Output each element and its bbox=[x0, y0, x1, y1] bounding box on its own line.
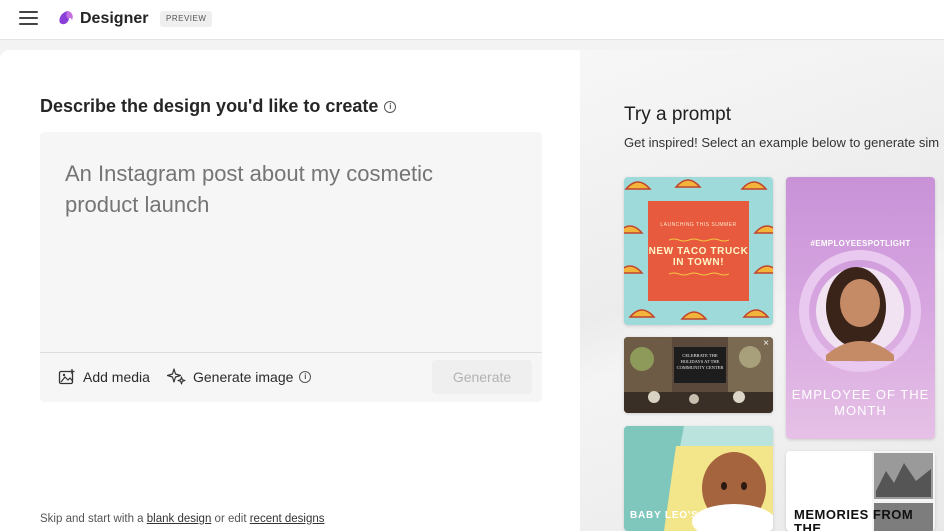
sparkle-icon bbox=[167, 368, 186, 385]
prompt-card-baby[interactable]: BABY LEO'S BIRTHDAY bbox=[624, 426, 773, 531]
try-prompt-title: Try a prompt bbox=[624, 104, 731, 125]
designer-logo-icon bbox=[59, 11, 73, 25]
taco-panel: LAUNCHING THIS SUMMER NEW TACO TRUCK IN … bbox=[648, 201, 749, 301]
prompt-card-taco[interactable]: LAUNCHING THIS SUMMER NEW TACO TRUCK IN … bbox=[624, 177, 773, 325]
info-icon[interactable]: i bbox=[384, 100, 397, 113]
skip-line: Skip and start with a blank design or ed… bbox=[40, 513, 325, 525]
squiggle-decoration bbox=[668, 272, 729, 276]
memories-text: MEMORIES FROM THE bbox=[794, 507, 914, 531]
recent-designs-link[interactable]: recent designs bbox=[250, 513, 325, 525]
main-area: Describe the design you'd like to create… bbox=[0, 50, 944, 531]
top-bar: Designer PREVIEW bbox=[0, 0, 944, 40]
create-panel: Describe the design you'd like to create… bbox=[0, 50, 580, 531]
prompt-input[interactable] bbox=[65, 158, 485, 228]
squiggle-decoration bbox=[668, 238, 729, 242]
prompt-card-employee[interactable]: #EMPLOYEESPOTLIGHT EMPLOYEE OF THE MONTH bbox=[786, 177, 935, 439]
employee-hashtag: #EMPLOYEESPOTLIGHT bbox=[810, 239, 911, 248]
taco-headline: NEW TACO TRUCK IN TOWN! bbox=[648, 246, 749, 268]
info-icon[interactable]: i bbox=[299, 370, 312, 383]
divider bbox=[40, 352, 542, 353]
add-media-icon bbox=[58, 369, 75, 385]
baby-text: BABY LEO'S BIRTHDAY bbox=[630, 510, 760, 521]
generate-image-label: Generate image bbox=[193, 368, 294, 385]
app-title: Designer bbox=[80, 10, 149, 27]
prompt-box: Add media Generate image i Generate bbox=[40, 132, 542, 402]
employee-title: EMPLOYEE OF THE MONTH bbox=[791, 387, 930, 418]
generate-image-button[interactable]: Generate image i bbox=[167, 367, 312, 386]
skip-prefix: Skip and start with a bbox=[40, 513, 144, 525]
prompt-gallery: Try a prompt Get inspired! Select an exa… bbox=[580, 50, 944, 531]
try-prompt-subtitle: Get inspired! Select an example below to… bbox=[624, 135, 940, 150]
event-sign-text: CELEBRATE THE HOLIDAYS AT THE COMMUNITY … bbox=[674, 347, 726, 383]
close-icon[interactable]: × bbox=[763, 338, 769, 349]
preview-badge: PREVIEW bbox=[160, 11, 213, 27]
describe-title-text: Describe the design you'd like to create bbox=[40, 96, 379, 116]
prompt-card-event[interactable]: CELEBRATE THE HOLIDAYS AT THE COMMUNITY … bbox=[624, 337, 773, 413]
add-media-button[interactable]: Add media bbox=[58, 368, 150, 386]
menu-icon[interactable] bbox=[19, 11, 38, 25]
generate-button[interactable]: Generate bbox=[432, 360, 532, 394]
taco-small-text: LAUNCHING THIS SUMMER bbox=[660, 222, 737, 228]
add-media-label: Add media bbox=[83, 369, 150, 385]
describe-heading: Describe the design you'd like to create… bbox=[40, 96, 397, 117]
blank-design-link[interactable]: blank design bbox=[147, 513, 212, 525]
skip-middle: or edit bbox=[214, 513, 247, 525]
prompt-card-memories[interactable]: MEMORIES FROM THE bbox=[786, 451, 935, 531]
